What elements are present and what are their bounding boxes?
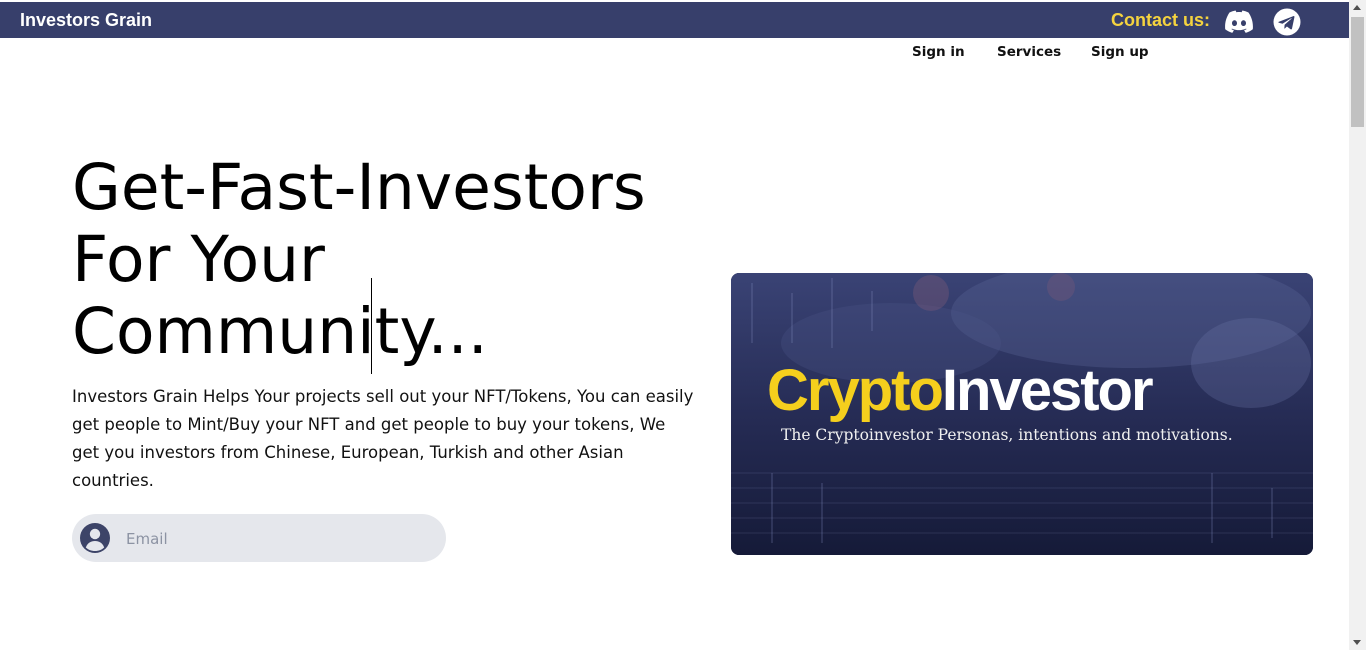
hero-title-line-2: For Your [72, 223, 325, 296]
banner-title-investor: Investor [941, 358, 1154, 423]
nav-sign-in-link[interactable]: Sign in [912, 44, 965, 60]
contact-label: Contact us: [1111, 10, 1210, 30]
nav-services-link[interactable]: Services [997, 44, 1061, 60]
vertical-scrollbar[interactable] [1349, 0, 1366, 650]
hero-title-line-3: Community... [72, 295, 488, 368]
telegram-icon[interactable] [1273, 8, 1301, 36]
banner-title-crypto: Crypto [767, 358, 944, 423]
hero-description: Investors Grain Helps Your projects sell… [72, 387, 694, 490]
top-bar: Investors Grain Contact us: [0, 2, 1349, 38]
scroll-up-arrow-icon[interactable] [1353, 5, 1361, 10]
discord-icon[interactable] [1225, 9, 1253, 33]
email-input[interactable] [124, 522, 428, 556]
text-cursor [371, 278, 372, 374]
nav-sign-up-link[interactable]: Sign up [1091, 44, 1149, 60]
user-icon [80, 523, 110, 553]
hero-title: Get-Fast-Investors For Your Community... [72, 152, 712, 368]
brand-logo-text[interactable]: Investors Grain [20, 10, 152, 31]
page: Investors Grain Contact us: Sign in Serv… [0, 0, 1366, 650]
email-field-container[interactable] [72, 514, 446, 562]
banner-subtitle: The Cryptoinvestor Personas, intentions … [781, 426, 1233, 444]
crypto-investor-banner-image: CryptoInvestor The Cryptoinvestor Person… [731, 273, 1313, 555]
scroll-down-arrow-icon[interactable] [1353, 640, 1361, 645]
banner-title: CryptoInvestor [767, 358, 1154, 423]
scrollbar-thumb[interactable] [1351, 17, 1364, 127]
hero-title-line-1: Get-Fast-Investors [72, 151, 646, 224]
